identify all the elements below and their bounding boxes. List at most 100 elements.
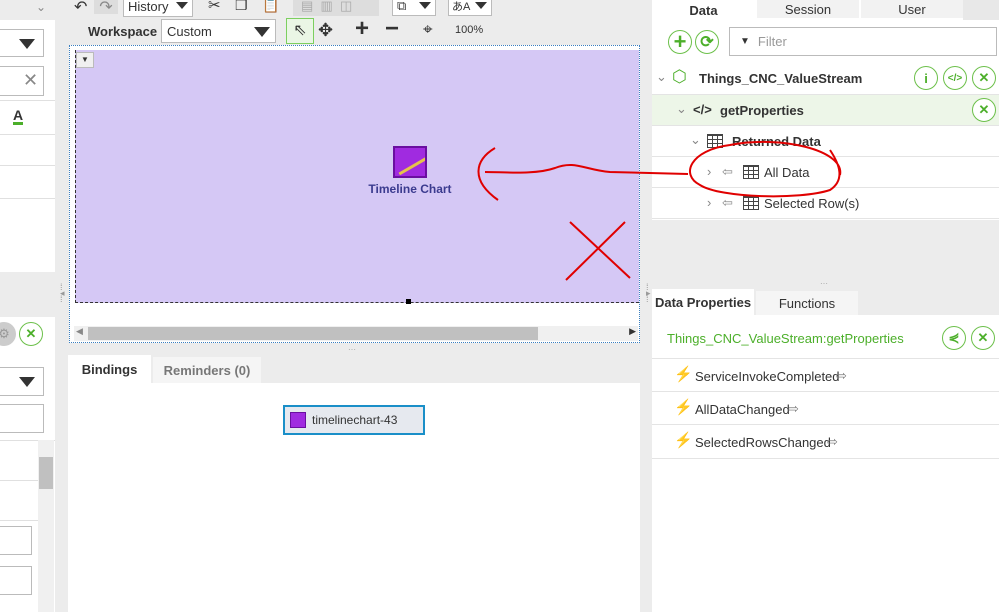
language-dropdown[interactable]: あA (448, 0, 492, 16)
lightning-icon: ⚡ (674, 366, 693, 383)
cut-icon[interactable]: ✂ (208, 0, 221, 14)
table-icon (743, 196, 759, 210)
canvas-menu-button[interactable]: ▼ (76, 52, 94, 68)
all-data-label: All Data (764, 165, 810, 180)
tab-label: Data (689, 2, 718, 18)
splitter-handle[interactable]: ⁞ ◂ ⁞ (60, 283, 65, 304)
event-label: AllDataChanged (695, 402, 790, 417)
tab-label: User (898, 1, 926, 17)
center-icon[interactable]: ⌖ (423, 20, 433, 40)
event-row[interactable]: ⚡ AllDataChanged ⇨ (652, 392, 999, 425)
timeline-chart-icon (290, 412, 306, 428)
splitter-handle-right-panel[interactable]: ⋯ (820, 279, 828, 288)
workspace-value: Custom (167, 24, 212, 39)
properties-title: Things_CNC_ValueStream:getProperties (667, 331, 904, 346)
toolbar: ↶ ↷ History ✂ ❐ 📋 ▤ ▥ ◫ ⧉ あA Workspace C… (68, 0, 652, 44)
timeline-chart-widget[interactable]: Timeline Chart (350, 146, 470, 196)
tree-item-all-data[interactable]: › ⇦ All Data (652, 157, 999, 188)
tree-item-service[interactable]: ⌄ </> getProperties ✕ (652, 95, 999, 126)
copy-icon[interactable]: ❐ (235, 0, 248, 14)
tab-label: Reminders (0) (163, 362, 251, 378)
layers-dropdown[interactable]: ⧉ (392, 0, 436, 16)
tab-session[interactable]: Session (757, 0, 859, 18)
gear-icon[interactable]: ⚙ (0, 322, 16, 346)
horizontal-scrollbar[interactable]: ◀ ▶ (74, 326, 638, 341)
close-icon[interactable]: ✕ (19, 322, 43, 346)
filter-input[interactable]: ▼ Filter (729, 27, 997, 56)
timeline-chart-icon (393, 146, 427, 178)
left-panel: ⌄ ✕ A ⚙ ✕ (0, 0, 55, 612)
left-input[interactable]: ✕ (0, 66, 44, 96)
pan-icon[interactable]: ✥ (318, 20, 333, 41)
arrow-right-icon: ⇨ (836, 368, 847, 383)
left-dropdown[interactable] (0, 29, 44, 57)
font-color-icon[interactable]: A (13, 108, 24, 125)
data-properties-panel: Things_CNC_ValueStream:getProperties ⋞ ✕… (652, 315, 999, 612)
workspace-label: Workspace (88, 24, 158, 39)
service-icon: </> (693, 102, 712, 117)
undo-icon[interactable]: ↶ (74, 0, 87, 17)
left-input-2[interactable] (0, 404, 44, 433)
add-data-button[interactable]: + (668, 29, 692, 54)
tree-item-thing[interactable]: ⌄ ⬡ Things_CNC_ValueStream i </> ✕ (652, 62, 999, 95)
arrow-left-icon: ⇦ (722, 195, 733, 210)
table-icon (707, 134, 723, 148)
tab-label: Session (784, 1, 832, 17)
widget-label: Timeline Chart (368, 182, 452, 196)
tab-label: Functions (778, 295, 836, 311)
zoom-level: 100% (455, 24, 484, 36)
chevron-right-icon[interactable]: › (707, 164, 711, 179)
tab-data-properties[interactable]: Data Properties (652, 289, 754, 315)
zoom-in-icon[interactable]: + (355, 15, 369, 43)
thing-icon: ⬡ (672, 67, 687, 86)
filter-icon: ▼ (740, 36, 750, 47)
paste-icon[interactable]: 📋 (262, 0, 279, 14)
info-button[interactable]: i (914, 66, 938, 90)
remove-service-button[interactable]: ✕ (972, 98, 996, 122)
lightning-icon: ⚡ (674, 432, 693, 449)
binding-widget-label: timelinechart-43 (312, 413, 398, 427)
splitter-handle-bottom[interactable]: ⋯ (348, 345, 356, 354)
select-tool-button[interactable]: ⇖ (286, 18, 314, 44)
left-field-b[interactable] (0, 566, 32, 595)
left-top-section: ✕ A (0, 20, 55, 272)
scrollbar[interactable] (38, 440, 54, 612)
tree-item-selected-rows[interactable]: › ⇦ Selected Row(s) (652, 188, 999, 219)
arrow-right-icon: ⇨ (827, 434, 838, 449)
tab-user[interactable]: User (861, 0, 963, 18)
thing-label: Things_CNC_ValueStream (699, 71, 863, 86)
arrow-right-icon: ⇨ (788, 401, 799, 416)
redo-icon[interactable]: ↷ (94, 0, 118, 16)
event-row[interactable]: ⚡ SelectedRowsChanged ⇨ (652, 425, 999, 459)
tab-functions[interactable]: Functions (756, 291, 858, 315)
splitter-handle-right[interactable]: ⁞ ▸ ⁞ (646, 283, 651, 304)
resize-handle[interactable] (406, 299, 411, 304)
code-button[interactable]: </> (943, 66, 967, 90)
zoom-out-icon[interactable]: − (385, 15, 399, 43)
lightning-icon: ⚡ (674, 399, 693, 416)
clear-icon[interactable]: ✕ (23, 70, 38, 91)
tree-item-returned-data[interactable]: ⌄ Returned Data (652, 126, 999, 157)
event-row[interactable]: ⚡ ServiceInvokeCompleted ⇨ (652, 359, 999, 392)
left-dropdown-2[interactable] (0, 367, 44, 396)
history-dropdown[interactable]: History (123, 0, 193, 17)
workspace-dropdown[interactable]: Custom (161, 19, 276, 43)
history-label: History (128, 0, 169, 14)
remove-thing-button[interactable]: ✕ (972, 66, 996, 90)
chevron-right-icon[interactable]: › (707, 195, 711, 210)
canvas-frame: ▼ Timeline Chart ◀ ▶ (69, 45, 640, 343)
tab-bindings[interactable]: Bindings (68, 355, 151, 383)
bindings-panel: timelinechart-43 (68, 383, 640, 612)
service-label: getProperties (720, 103, 804, 118)
event-label: SelectedRowsChanged (695, 435, 831, 450)
tab-data[interactable]: Data (652, 0, 755, 20)
tab-reminders[interactable]: Reminders (0) (153, 357, 261, 383)
chevron-down-icon[interactable]: ⌄ (36, 0, 46, 14)
refresh-button[interactable]: ⟳ (695, 30, 719, 54)
share-button[interactable]: ⋞ (942, 326, 966, 350)
left-field-a[interactable] (0, 526, 32, 555)
remove-properties-button[interactable]: ✕ (971, 326, 995, 350)
binding-widget-chip[interactable]: timelinechart-43 (283, 405, 425, 435)
tab-label: Data Properties (654, 294, 752, 310)
returned-data-label: Returned Data (732, 134, 821, 149)
